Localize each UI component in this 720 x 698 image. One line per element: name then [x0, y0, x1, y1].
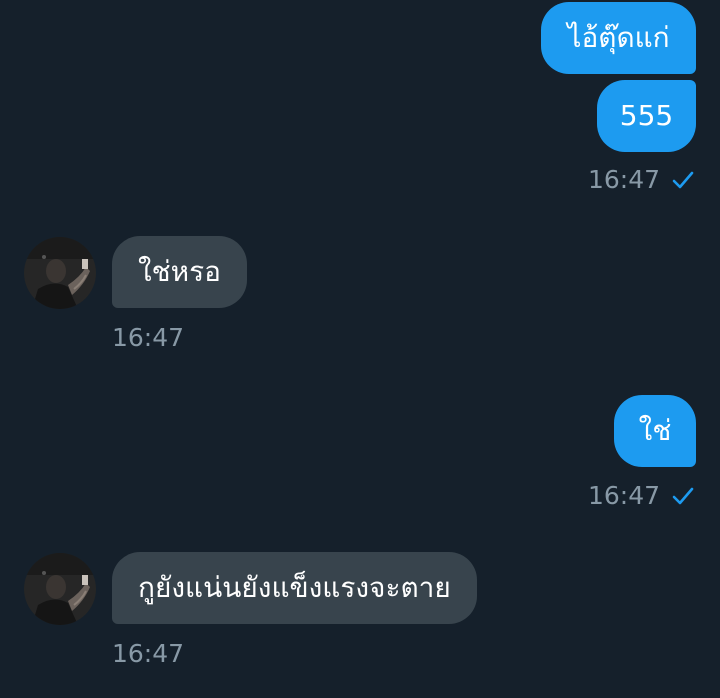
message-text: ไอ้ตุ๊ดแก่ — [567, 21, 670, 54]
message-bubble-incoming[interactable]: ใช่หรอ — [112, 236, 247, 308]
avatar-image — [24, 237, 96, 309]
message-text: กูยังแน่นยังแข็งแรงจะตาย — [138, 571, 451, 604]
message-bubble-outgoing[interactable]: ไอ้ตุ๊ดแก่ — [541, 2, 696, 74]
message-timestamp: 16:47 — [587, 481, 660, 510]
sent-check-icon — [672, 487, 694, 505]
message-bubble-outgoing[interactable]: 555 — [597, 80, 696, 152]
message-text: ใช่ — [638, 414, 672, 447]
avatar[interactable] — [24, 553, 96, 625]
message-text: ใช่หรอ — [138, 255, 221, 288]
message-timestamp: 16:47 — [112, 639, 185, 668]
message-bubble-outgoing[interactable]: ใช่ — [614, 395, 696, 467]
message-bubble-incoming[interactable]: กูยังแน่นยังแข็งแรงจะตาย — [112, 552, 477, 624]
message-timestamp: 16:47 — [587, 165, 660, 194]
message-text: 555 — [619, 99, 674, 132]
sent-check-icon — [672, 171, 694, 189]
message-timestamp: 16:47 — [112, 323, 185, 352]
avatar[interactable] — [24, 237, 96, 309]
avatar-image — [24, 553, 96, 625]
